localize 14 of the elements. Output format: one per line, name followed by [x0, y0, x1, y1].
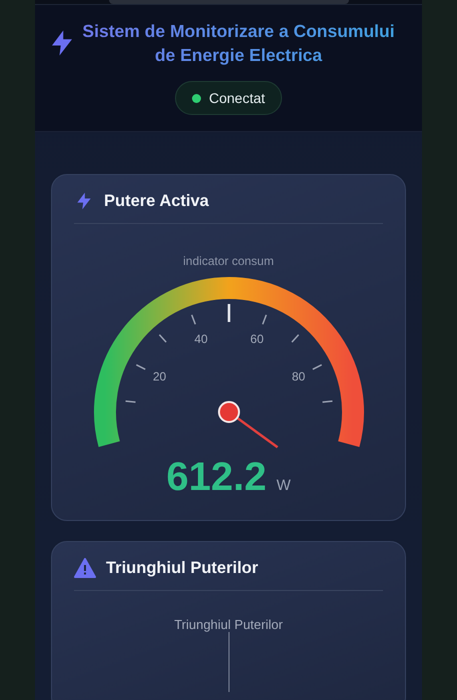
chart-axis [228, 632, 230, 692]
power-unit: W [276, 477, 291, 494]
tick-label: 20 [152, 370, 166, 384]
status-label: Conectat [208, 90, 266, 106]
tick-label: 80 [291, 370, 305, 384]
tick-label: 60 [250, 332, 264, 346]
gauge-title: indicator consum [183, 254, 274, 268]
power-value: 612.2 [166, 455, 266, 500]
gauge-needle [218, 401, 278, 448]
card-title: Putere Activa [104, 192, 209, 210]
chart-title: Triunghiul Puterilor [174, 617, 283, 632]
card-title: Triunghiul Puterilor [106, 558, 258, 578]
warning-icon [74, 558, 96, 578]
tick-label: 40 [194, 332, 208, 346]
